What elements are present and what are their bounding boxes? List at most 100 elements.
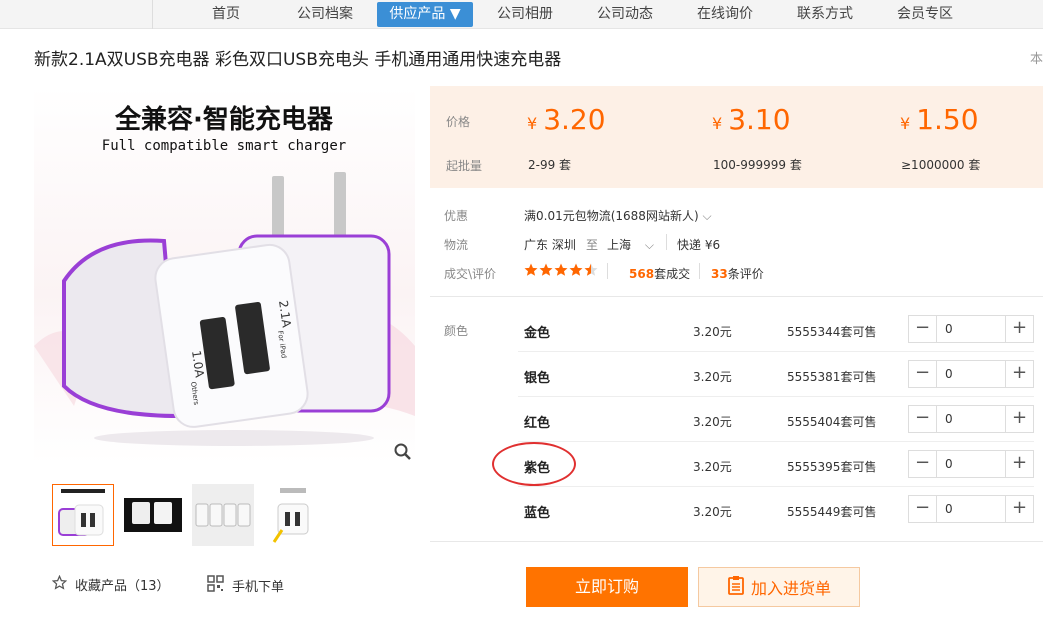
row-divider <box>518 396 1034 397</box>
moq-tier-1: 2-99 套 <box>528 158 572 172</box>
qr-code-icon <box>207 575 224 596</box>
promo-label: 优惠 <box>444 209 469 223</box>
rating-star <box>524 263 538 276</box>
variant-stock: 5555449套可售 <box>787 505 877 519</box>
variant-stock: 5555344套可售 <box>787 325 877 339</box>
mobile-order-link[interactable]: 手机下单 <box>207 575 284 596</box>
rating-star <box>584 263 598 276</box>
logistics-label: 物流 <box>444 238 469 252</box>
variant-name: 银色 <box>524 371 551 386</box>
nav-inquiry[interactable]: 在线询价 <box>696 0 754 29</box>
row-divider <box>518 486 1034 487</box>
quantity-input[interactable] <box>937 361 1005 387</box>
rating-stars <box>524 263 600 280</box>
rating-star <box>569 263 583 276</box>
nav-home[interactable]: 首页 <box>207 0 245 29</box>
decrement-button[interactable]: − <box>909 361 937 387</box>
add-to-cart-label: 加入进货单 <box>750 579 831 598</box>
decrement-button[interactable]: − <box>909 451 937 477</box>
favorite-link[interactable]: 收藏产品（13） <box>51 574 170 594</box>
variant-stock: 5555381套可售 <box>787 370 877 384</box>
logistics-divider <box>666 234 667 250</box>
quantity-input[interactable] <box>937 496 1005 522</box>
mobile-order-label: 手机下单 <box>232 580 285 595</box>
color-label: 颜色 <box>444 324 469 338</box>
quantity-stepper: − + <box>908 450 1034 478</box>
moq-label: 起批量 <box>446 159 483 173</box>
highlight-circle <box>492 442 576 486</box>
rating-star <box>554 263 568 276</box>
increment-button[interactable]: + <box>1005 451 1033 477</box>
thumbnail-3[interactable] <box>192 484 254 546</box>
quantity-stepper: − + <box>908 495 1034 523</box>
star-outline-icon <box>51 574 68 594</box>
deals-divider <box>607 263 608 279</box>
increment-button[interactable]: + <box>1005 406 1033 432</box>
variant-name: 金色 <box>524 326 551 341</box>
row-divider <box>518 441 1034 442</box>
increment-button[interactable]: + <box>1005 316 1033 342</box>
logistics-to-word: 至 <box>586 238 599 252</box>
quantity-stepper: − + <box>908 405 1034 433</box>
clipboard-icon <box>727 575 745 599</box>
edge-text: 本 <box>1030 52 1043 67</box>
variant-name: 蓝色 <box>524 506 551 521</box>
price-label: 价格 <box>446 115 471 129</box>
moq-tier-3: ≥1000000 套 <box>901 158 981 172</box>
zoom-icon[interactable] <box>392 441 414 463</box>
variant-price: 3.20元 <box>693 505 732 519</box>
currency-symbol: ¥ <box>712 114 723 133</box>
price-tier-2: ¥3.10 <box>712 103 791 136</box>
deals-label: 成交\评价 <box>444 267 497 281</box>
nav-company-profile[interactable]: 公司档案 <box>296 0 354 29</box>
chevron-down-icon: ⌵ <box>644 238 654 252</box>
chevron-down-icon: ⌵ <box>702 209 712 223</box>
nav-album[interactable]: 公司相册 <box>496 0 554 29</box>
thumbnail-4[interactable] <box>262 484 324 546</box>
variant-price: 3.20元 <box>693 325 732 339</box>
product-title: 新款2.1A双USB充电器 彩色双口USB充电头 手机通用通用快速充电器 <box>34 50 562 70</box>
nav-news[interactable]: 公司动态 <box>596 0 654 29</box>
decrement-button[interactable]: − <box>909 316 937 342</box>
reviews-divider <box>699 263 700 279</box>
increment-button[interactable]: + <box>1005 361 1033 387</box>
image-caption-cn: 全兼容·智能充电器 <box>114 104 334 135</box>
quantity-input[interactable] <box>937 406 1005 432</box>
quantity-stepper: − + <box>908 315 1034 343</box>
nav-member[interactable]: 会员专区 <box>896 0 954 29</box>
variant-price: 3.20元 <box>693 370 732 384</box>
price-tier-3: ¥1.50 <box>900 103 979 136</box>
buy-now-button[interactable]: 立即订购 <box>526 567 688 607</box>
nav-divider <box>152 0 153 29</box>
promo-value[interactable]: 满0.01元包物流(1688网站新人) ⌵ <box>524 207 712 224</box>
section-divider <box>430 296 1043 297</box>
top-nav: 首页 公司档案 供应产品 ▼ 公司相册 公司动态 在线询价 联系方式 会员专区 <box>0 0 1043 29</box>
thumbnail-2[interactable] <box>122 484 184 546</box>
thumbnail-1[interactable] <box>52 484 114 546</box>
shipping-fee: 快递 ¥6 <box>677 238 721 252</box>
image-caption-en: Full compatible smart charger <box>102 138 346 154</box>
nav-contact[interactable]: 联系方式 <box>796 0 854 29</box>
decrement-button[interactable]: − <box>909 496 937 522</box>
nav-products[interactable]: 供应产品 ▼ <box>377 2 473 27</box>
add-to-cart-button[interactable]: 加入进货单 <box>698 567 860 607</box>
moq-tier-2: 100-999999 套 <box>713 158 802 172</box>
quantity-input[interactable] <box>937 316 1005 342</box>
quantity-input[interactable] <box>937 451 1005 477</box>
increment-button[interactable]: + <box>1005 496 1033 522</box>
favorite-label: 收藏产品（13） <box>75 579 170 594</box>
row-divider <box>518 351 1034 352</box>
main-product-image[interactable]: 全兼容·智能充电器 Full compatible smart charger … <box>34 86 415 464</box>
variant-price: 3.20元 <box>693 415 732 429</box>
rating-star <box>539 263 553 276</box>
deals-count-link[interactable]: 568套成交 <box>629 265 690 282</box>
logistics-destination-select[interactable]: 上海 ⌵ <box>607 236 654 253</box>
logistics-from: 广东 深圳 <box>524 238 576 252</box>
section-divider <box>430 541 1043 542</box>
decrement-button[interactable]: − <box>909 406 937 432</box>
variant-stock: 5555395套可售 <box>787 460 877 474</box>
currency-symbol: ¥ <box>527 114 538 133</box>
price-tier-1: ¥3.20 <box>527 103 606 136</box>
reviews-count-link[interactable]: 33条评价 <box>711 265 764 282</box>
variant-stock: 5555404套可售 <box>787 415 877 429</box>
